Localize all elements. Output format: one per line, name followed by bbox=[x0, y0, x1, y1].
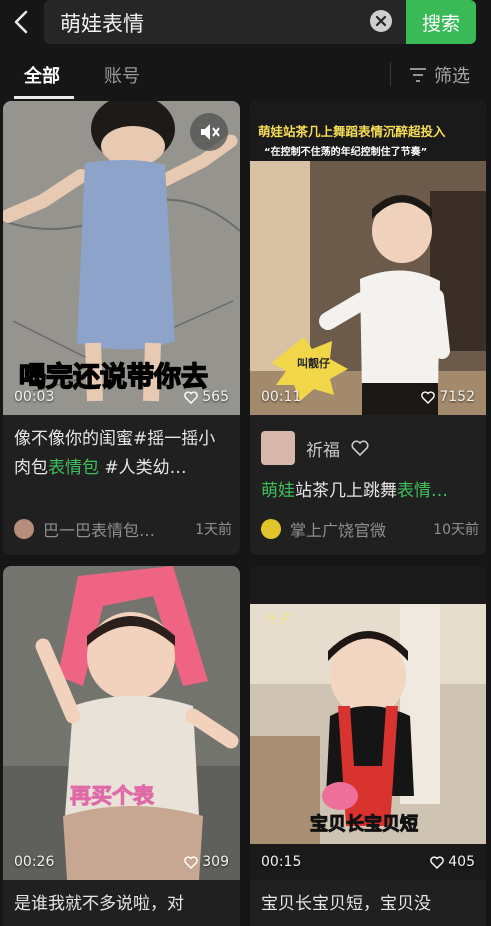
tab-account[interactable]: 账号 bbox=[104, 62, 140, 88]
avatar bbox=[14, 519, 34, 539]
title-text: 站茶几上跳舞 bbox=[295, 481, 397, 501]
tab-divider bbox=[390, 62, 391, 86]
like-count-value: 7152 bbox=[439, 389, 475, 405]
heart-icon bbox=[421, 390, 436, 404]
heart-icon bbox=[184, 390, 199, 404]
video-card[interactable]: 再买个表 00:26 309 是谁我就不多说啦，对 bbox=[3, 566, 240, 926]
video-duration: 00:26 bbox=[14, 854, 55, 870]
title-highlight: 表情… bbox=[397, 481, 448, 501]
back-arrow-icon[interactable] bbox=[10, 6, 34, 38]
like-count-value: 309 bbox=[202, 854, 229, 870]
post-time: 1天前 bbox=[195, 522, 232, 538]
video-card[interactable]: 喝完还说带你去 00:03 565 像不像你的闺蜜#摇一摇小肉包表情包 #人类幼… bbox=[3, 101, 240, 555]
title-highlight: 萌娃 bbox=[261, 481, 295, 501]
author-row[interactable]: 巴一巴表情包… 1天前 bbox=[14, 517, 232, 541]
result-tabs: 全部 账号 筛选 bbox=[0, 48, 491, 100]
clear-icon[interactable] bbox=[370, 10, 392, 32]
heart-icon bbox=[430, 855, 445, 869]
video-title[interactable]: 宝贝长宝贝短，宝贝没 bbox=[261, 890, 476, 919]
post-time: 10天前 bbox=[433, 522, 479, 538]
video-caption: 宝贝长宝贝短 bbox=[310, 814, 419, 836]
video-duration: 00:15 bbox=[261, 854, 302, 870]
video-card[interactable]: 萌娃站茶几上舞蹈表情沉醉超投入 “在控制不住荡的年纪控制住了节奏” 叫靓仔 00… bbox=[250, 101, 486, 555]
video-duration: 00:03 bbox=[14, 389, 55, 405]
follow-heart-icon[interactable] bbox=[351, 440, 369, 456]
active-tab-indicator bbox=[14, 96, 74, 99]
search-bar: 萌娃表情 搜索 bbox=[0, 0, 491, 48]
sticker-text: 叫靓仔 bbox=[297, 357, 330, 370]
like-count: 405 bbox=[430, 854, 475, 870]
avatar bbox=[261, 519, 281, 539]
video-title[interactable]: 萌娃站茶几上跳舞表情… bbox=[261, 477, 476, 506]
mute-icon[interactable] bbox=[190, 113, 228, 151]
filter-icon bbox=[410, 68, 426, 82]
search-button[interactable]: 搜索 bbox=[406, 0, 476, 44]
channel-row[interactable]: 祈福 bbox=[261, 431, 369, 465]
channel-avatar bbox=[261, 431, 295, 465]
video-subbanner: “在控制不住荡的年纪控制住了节奏” bbox=[264, 147, 428, 158]
video-title[interactable]: 是谁我就不多说啦，对 bbox=[14, 890, 229, 919]
like-count: 7152 bbox=[421, 389, 475, 405]
channel-name: 祈福 bbox=[306, 440, 340, 461]
video-thumbnail[interactable]: 叶子 宝贝长宝贝短 00:15 405 bbox=[250, 566, 486, 880]
tab-all[interactable]: 全部 bbox=[24, 62, 60, 88]
video-thumbnail[interactable]: 喝完还说带你去 00:03 565 bbox=[3, 101, 240, 415]
author-name: 掌上广饶官微 bbox=[290, 521, 387, 540]
title-highlight: 表情包 bbox=[48, 458, 99, 478]
search-query: 萌娃表情 bbox=[60, 12, 144, 36]
filter-label: 筛选 bbox=[434, 66, 470, 87]
like-count-value: 565 bbox=[202, 389, 229, 405]
video-duration: 00:11 bbox=[261, 389, 302, 405]
video-thumbnail[interactable]: 再买个表 00:26 309 bbox=[3, 566, 240, 880]
like-count: 309 bbox=[184, 854, 229, 870]
corner-text: 叶子 bbox=[264, 612, 291, 627]
video-title[interactable]: 像不像你的闺蜜#摇一摇小肉包表情包 #人类幼… bbox=[14, 425, 229, 483]
author-name: 巴一巴表情包… bbox=[43, 521, 156, 540]
heart-icon bbox=[184, 855, 199, 869]
like-count: 565 bbox=[184, 389, 229, 405]
like-count-value: 405 bbox=[448, 854, 475, 870]
title-text: #人类幼… bbox=[99, 458, 187, 478]
title-text: 是谁我就不多说啦，对 bbox=[14, 894, 184, 914]
video-thumbnail[interactable]: 萌娃站茶几上舞蹈表情沉醉超投入 “在控制不住荡的年纪控制住了节奏” 叫靓仔 00… bbox=[250, 101, 486, 415]
video-card[interactable]: 叶子 宝贝长宝贝短 00:15 405 宝贝长宝贝短，宝贝没 bbox=[250, 566, 486, 926]
filter-button[interactable]: 筛选 bbox=[410, 62, 470, 88]
video-caption: 再买个表 bbox=[70, 784, 155, 809]
author-row[interactable]: 掌上广饶官微 10天前 bbox=[261, 517, 479, 541]
search-input[interactable]: 萌娃表情 bbox=[44, 0, 406, 44]
video-banner: 萌娃站茶几上舞蹈表情沉醉超投入 bbox=[258, 124, 446, 139]
title-text: 宝贝长宝贝短，宝贝没 bbox=[261, 894, 431, 914]
